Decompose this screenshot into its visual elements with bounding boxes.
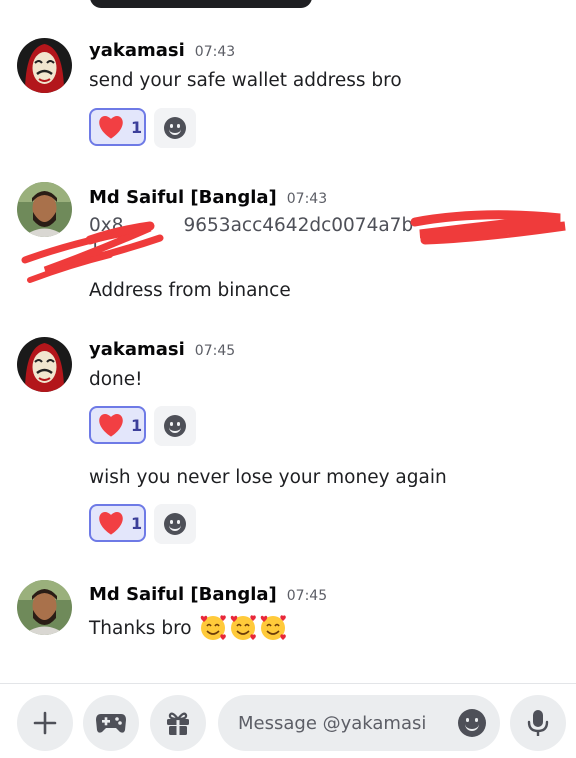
reaction-count: 1 bbox=[131, 415, 143, 435]
message-composer bbox=[0, 694, 576, 754]
heart-reaction[interactable]: 1 bbox=[89, 504, 146, 542]
emoji-icon[interactable] bbox=[458, 709, 486, 737]
message-text: Thanks bro bbox=[89, 613, 288, 643]
smiling-face-with-hearts-emoji bbox=[230, 615, 256, 640]
message-header: yakamasi 07:45 bbox=[89, 339, 235, 360]
gift-icon bbox=[167, 712, 189, 735]
avatar[interactable] bbox=[17, 38, 72, 93]
attach-button[interactable] bbox=[17, 695, 73, 751]
heart-icon bbox=[99, 413, 123, 437]
timestamp: 07:43 bbox=[194, 44, 236, 60]
reactions-row: 1 bbox=[89, 504, 196, 544]
plus-icon bbox=[33, 711, 57, 735]
composer-divider bbox=[0, 683, 576, 684]
address-prefix: 0x8 bbox=[89, 215, 124, 236]
heart-reaction[interactable]: 1 bbox=[89, 108, 146, 146]
microphone-icon bbox=[527, 710, 549, 736]
gamepad-icon bbox=[96, 714, 126, 733]
avatar[interactable] bbox=[17, 182, 72, 237]
smiling-face-with-hearts-emoji bbox=[260, 615, 286, 640]
address-visible-fragment: 9653acc4642dc0074a7b bbox=[183, 215, 414, 236]
message-text: Address from binance bbox=[89, 280, 291, 301]
voice-message-button[interactable] bbox=[510, 695, 566, 751]
add-reaction-button[interactable] bbox=[154, 406, 196, 446]
add-reaction-button[interactable] bbox=[154, 504, 196, 544]
message-text: wish you never lose your money again bbox=[89, 467, 447, 488]
message-input-container[interactable] bbox=[218, 695, 500, 751]
reactions-row: 1 bbox=[89, 406, 196, 446]
heart-icon bbox=[99, 511, 123, 535]
address-line-2: 1 bbox=[89, 238, 101, 259]
author-name[interactable]: Md Saiful [Bangla] bbox=[89, 584, 277, 605]
author-name[interactable]: yakamasi bbox=[89, 339, 185, 360]
reaction-count: 1 bbox=[131, 513, 143, 533]
activities-button[interactable] bbox=[83, 695, 139, 751]
emoji-icon bbox=[164, 415, 186, 437]
message-header: yakamasi 07:43 bbox=[89, 40, 235, 61]
emoji-icon bbox=[164, 513, 186, 535]
wallet-address-text: 0x8 9653acc4642dc0074a7b 1 bbox=[89, 215, 413, 259]
timestamp: 07:45 bbox=[286, 588, 328, 604]
timestamp: 07:43 bbox=[286, 191, 328, 207]
avatar[interactable] bbox=[17, 337, 72, 392]
emoji-icon bbox=[164, 117, 186, 139]
heart-icon bbox=[99, 115, 123, 139]
reaction-count: 1 bbox=[131, 117, 143, 137]
author-name[interactable]: Md Saiful [Bangla] bbox=[89, 187, 277, 208]
gift-button[interactable] bbox=[150, 695, 206, 751]
reactions-row: 1 bbox=[89, 108, 196, 148]
add-reaction-button[interactable] bbox=[154, 108, 196, 148]
author-name[interactable]: yakamasi bbox=[89, 40, 185, 61]
timestamp: 07:45 bbox=[194, 343, 236, 359]
message-header: Md Saiful [Bangla] 07:43 bbox=[89, 187, 327, 208]
jump-to-present-pill[interactable] bbox=[90, 0, 312, 8]
message-text-content: Thanks bro bbox=[89, 617, 192, 639]
smiling-face-with-hearts-emoji bbox=[200, 615, 226, 640]
avatar[interactable] bbox=[17, 580, 72, 635]
message-text: done! bbox=[89, 369, 143, 390]
message-header: Md Saiful [Bangla] 07:45 bbox=[89, 584, 327, 605]
message-input[interactable] bbox=[236, 711, 450, 735]
message-text: send your safe wallet address bro bbox=[89, 70, 402, 91]
heart-reaction[interactable]: 1 bbox=[89, 406, 146, 444]
